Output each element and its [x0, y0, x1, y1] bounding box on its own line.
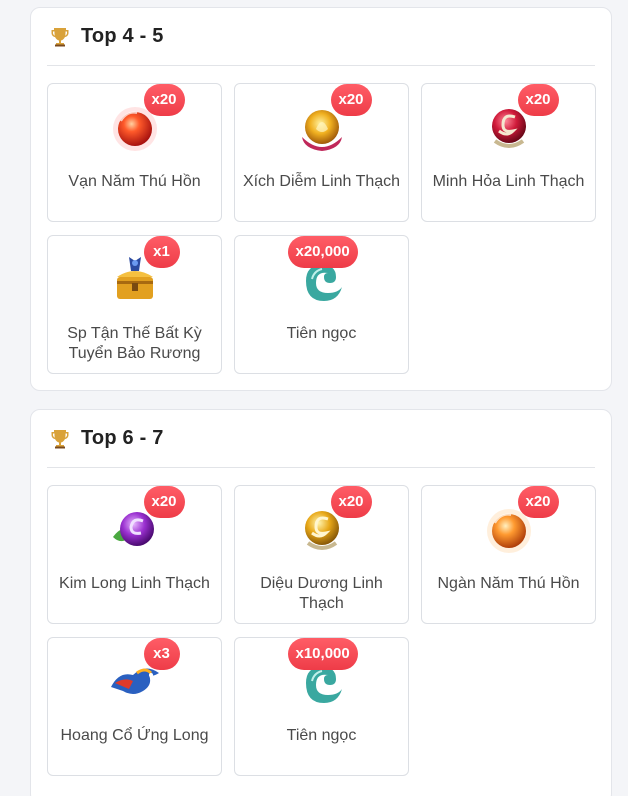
- quantity-badge: x20: [330, 486, 372, 518]
- reward-card[interactable]: x20,000 Tiên ngọc: [234, 235, 409, 374]
- quantity-badge: x20: [143, 84, 185, 116]
- reward-card[interactable]: x20 Kim Long Linh Thạch: [47, 485, 222, 624]
- quantity-badge: x20: [330, 84, 372, 116]
- item-name: Vạn Năm Thú Hồn: [68, 173, 201, 190]
- section-header: Top 4 - 5: [47, 8, 595, 66]
- reward-card[interactable]: x20 Vạn Năm Thú Hồn: [47, 83, 222, 222]
- reward-card[interactable]: x20 Diệu Dương Linh Thạch: [234, 485, 409, 624]
- trophy-icon: [51, 429, 69, 448]
- section-title: Top 4 - 5: [81, 25, 164, 47]
- quantity-badge: x20: [517, 486, 559, 518]
- reward-card[interactable]: x1 Sp Tận Thế Bất Kỳ Tuyển Bảo Rương: [47, 235, 222, 374]
- reward-card[interactable]: x10,000 Tiên ngọc: [234, 637, 409, 776]
- section-header: Top 6 - 7: [47, 410, 595, 468]
- quantity-badge: x10,000: [287, 638, 358, 670]
- reward-card[interactable]: x3 Hoang Cổ Ứng Long: [47, 637, 222, 776]
- reward-section-top-4-5: Top 4 - 5 x20 Vạn Năm Thú Hồn x20 Xích D…: [30, 7, 612, 391]
- item-name: Xích Diễm Linh Thạch: [242, 173, 401, 190]
- quantity-badge: x1: [143, 236, 180, 268]
- quantity-badge: x20: [517, 84, 559, 116]
- reward-grid: x20 Kim Long Linh Thạch x20 Diệu Dương L…: [47, 485, 596, 776]
- quantity-badge: x20,000: [287, 236, 358, 268]
- reward-card[interactable]: x20 Xích Diễm Linh Thạch: [234, 83, 409, 222]
- reward-card[interactable]: x20 Ngàn Năm Thú Hồn: [421, 485, 596, 624]
- item-name: Sp Tận Thế Bất Kỳ Tuyển Bảo Rương: [67, 325, 202, 362]
- trophy-icon: [51, 27, 69, 46]
- quantity-badge: x3: [143, 638, 180, 670]
- item-name: Minh Hỏa Linh Thạch: [432, 173, 585, 190]
- reward-section-top-6-7: Top 6 - 7 x20 Kim Long Linh Thạch x20 Di…: [30, 409, 612, 796]
- section-title: Top 6 - 7: [81, 427, 164, 449]
- reward-grid: x20 Vạn Năm Thú Hồn x20 Xích Diễm Linh T…: [47, 83, 596, 374]
- quantity-badge: x20: [143, 486, 185, 518]
- item-name: Tiên ngọc: [286, 325, 357, 342]
- item-name: Ngàn Năm Thú Hồn: [437, 575, 580, 592]
- item-name: Hoang Cổ Ứng Long: [60, 727, 209, 744]
- item-name: Diệu Dương Linh Thạch: [260, 575, 383, 612]
- item-name: Tiên ngọc: [286, 727, 357, 744]
- reward-card[interactable]: x20 Minh Hỏa Linh Thạch: [421, 83, 596, 222]
- item-name: Kim Long Linh Thạch: [59, 575, 210, 592]
